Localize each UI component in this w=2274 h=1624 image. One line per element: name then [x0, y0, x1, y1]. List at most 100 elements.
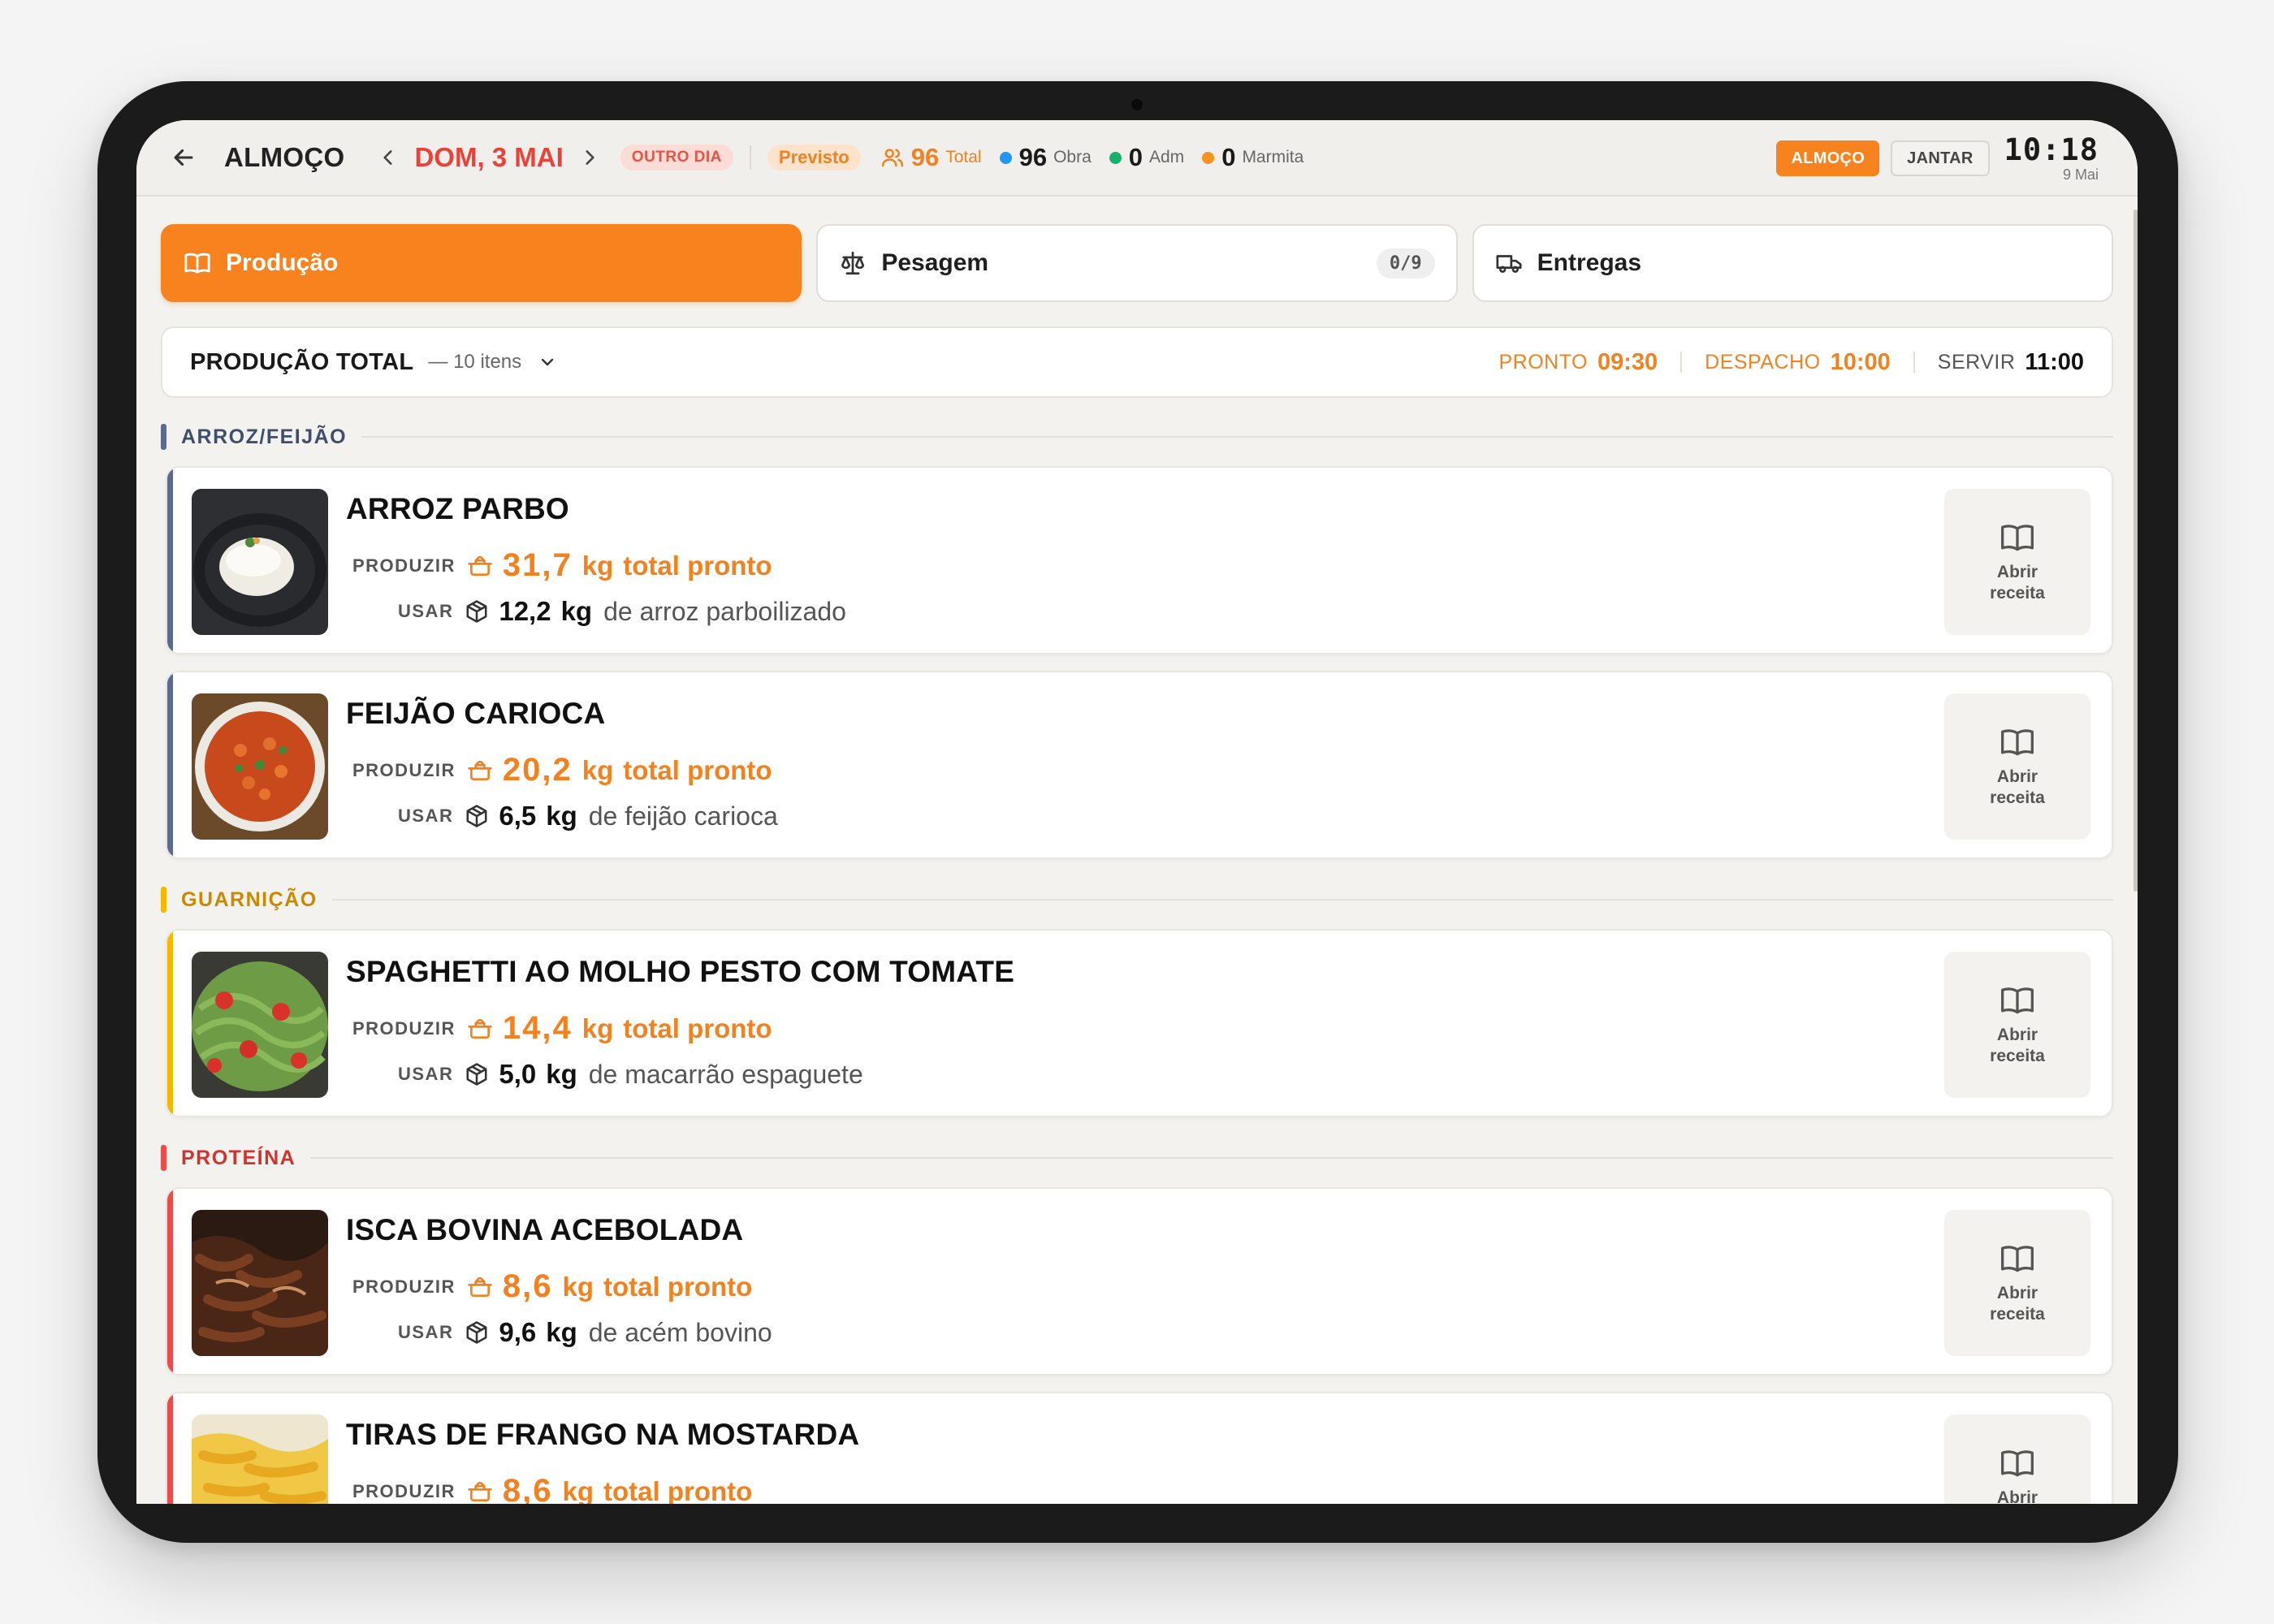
divider	[1913, 352, 1915, 373]
chevron-left-icon	[383, 150, 393, 165]
pot-icon	[467, 1479, 493, 1505]
book-open-icon	[2001, 1246, 2034, 1272]
dish-card-arroz-parbo[interactable]: ARROZ PARBO PRODUZIR 31,7 kg total pront…	[166, 466, 2113, 654]
stat-adm-value: 0	[1128, 143, 1143, 171]
book-open-icon	[2001, 987, 2034, 1014]
use-label: USAR	[398, 1064, 454, 1084]
section-name: PROTEÍNA	[181, 1146, 296, 1169]
section-name: ARROZ/FEIJÃO	[181, 425, 348, 448]
produce-unit: kg	[581, 1013, 614, 1043]
obra-dot	[999, 151, 1012, 164]
tab-pesagem-label: Pesagem	[881, 249, 989, 276]
produce-label: PRODUZIR	[352, 555, 456, 576]
pot-icon	[467, 1274, 493, 1300]
ingredient-name: de arroz parboilizado	[603, 596, 846, 626]
dish-name: FEIJÃO CARIOCA	[346, 697, 606, 730]
summary-item-count: — 10 itens	[428, 351, 522, 373]
produce-label: PRODUZIR	[352, 759, 456, 780]
produce-unit: kg	[581, 550, 614, 581]
category-edge	[167, 931, 173, 1116]
dish-card-spaghetti[interactable]: SPAGHETTI AO MOLHO PESTO COM TOMATE PROD…	[166, 929, 2113, 1117]
tab-entregas[interactable]: Entregas	[1472, 224, 2113, 302]
open-recipe-label: Abrir receita	[1996, 1488, 2038, 1504]
use-row: USAR 5,0 kg de macarrão espaguete	[398, 1059, 863, 1090]
dish-card-isca-bovina[interactable]: ISCA BOVINA ACEBOLADA PRODUZIR 8,6 kg to…	[166, 1187, 2113, 1376]
chevron-down-icon[interactable]	[538, 352, 557, 372]
dish-name: ISCA BOVINA ACEBOLADA	[346, 1213, 744, 1246]
category-edge	[167, 1189, 173, 1374]
category-edge	[167, 468, 173, 653]
package-icon	[465, 599, 489, 624]
package-icon	[465, 804, 489, 828]
tab-producao-label: Produção	[226, 249, 339, 276]
total-ready-label: total pronto	[623, 1013, 772, 1043]
use-unit: kg	[546, 1059, 577, 1089]
next-day-button[interactable]	[575, 140, 604, 175]
scale-icon	[839, 248, 870, 279]
ready-label: PRONTO	[1498, 350, 1588, 374]
current-date[interactable]: DOM, 3 MAI	[414, 142, 563, 173]
top-bar: ALMOÇO DOM, 3 MAI OUTRO DIA Previsto 96 …	[136, 120, 2138, 197]
use-row: USAR 6,5 kg de feijão carioca	[398, 801, 778, 831]
dish-card-feijao-carioca[interactable]: FEIJÃO CARIOCA PRODUZIR 20,2 kg total pr…	[166, 671, 2113, 859]
summary-title: PRODUÇÃO TOTAL	[190, 348, 414, 375]
use-row: USAR 9,6 kg de acém bovino	[398, 1317, 772, 1348]
users-icon	[881, 149, 903, 167]
section-header-arroz-feijao: ARROZ/FEIJÃO	[161, 421, 2113, 453]
open-recipe-button[interactable]: Abrir receita	[1944, 952, 2090, 1098]
produce-row: PRODUZIR 8,6 kg total pronto	[352, 1473, 752, 1504]
open-recipe-label: Abrir receita	[1990, 1026, 2045, 1065]
pot-icon	[467, 553, 493, 579]
serve-time: 11:00	[2025, 348, 2084, 375]
total-ready-label: total pronto	[623, 550, 772, 581]
prev-day-button[interactable]	[374, 140, 403, 175]
category-edge	[167, 672, 173, 857]
open-recipe-button[interactable]: Abrir receita	[1944, 489, 2090, 635]
adm-dot	[1109, 151, 1122, 164]
package-icon	[465, 1320, 489, 1345]
serve-label: SERVIR	[1937, 350, 2016, 374]
ingredient-name: de macarrão espaguete	[588, 1059, 863, 1089]
produce-row: PRODUZIR 14,4 kg total pronto	[352, 1010, 772, 1047]
production-summary[interactable]: PRODUÇÃO TOTAL — 10 itens PRONTO 09:30 D…	[161, 326, 2113, 398]
stat-total-label: Total	[945, 148, 982, 166]
scrollbar[interactable]	[2133, 209, 2138, 892]
category-edge	[167, 1393, 173, 1504]
dish-photo	[192, 489, 328, 635]
use-label: USAR	[398, 1322, 454, 1342]
use-unit: kg	[546, 801, 577, 831]
stat-total: 96 Total	[880, 143, 982, 172]
produce-unit: kg	[581, 754, 614, 785]
dinner-button[interactable]: JANTAR	[1891, 140, 1990, 176]
tab-producao[interactable]: Produção	[161, 224, 802, 302]
use-quantity: 6,5	[499, 801, 537, 831]
use-unit: kg	[546, 1317, 577, 1347]
view-tabs: Produção Pesagem 0/9 Entregas	[161, 224, 2113, 302]
section-rule	[331, 899, 2113, 901]
stat-obra-label: Obra	[1053, 148, 1092, 166]
open-recipe-button[interactable]: Abrir receita	[1944, 1210, 2090, 1356]
open-recipe-label: Abrir receita	[1990, 563, 2045, 603]
open-recipe-button[interactable]: Abrir receita	[1944, 1415, 2090, 1504]
stat-adm: 0 Adm	[1109, 143, 1184, 172]
dish-card-tiras-frango[interactable]: TIRAS DE FRANGO NA MOSTARDA PRODUZIR 8,6…	[166, 1392, 2113, 1504]
use-label: USAR	[398, 601, 454, 621]
meal-title: ALMOÇO	[224, 142, 345, 172]
produce-row: PRODUZIR 20,2 kg total pronto	[352, 752, 772, 788]
section-marker	[161, 424, 166, 450]
back-button[interactable]	[166, 140, 201, 175]
pot-icon	[467, 758, 493, 784]
stat-marmita: 0 Marmita	[1202, 143, 1303, 172]
lunch-button[interactable]: ALMOÇO	[1776, 140, 1880, 176]
ingredient-name: de feijão carioca	[588, 801, 778, 831]
open-recipe-button[interactable]: Abrir receita	[1944, 693, 2090, 840]
section-name: GUARNIÇÃO	[181, 888, 318, 911]
tab-pesagem[interactable]: Pesagem 0/9	[816, 224, 1458, 302]
other-day-badge: OUTRO DIA	[620, 145, 733, 171]
total-ready-label: total pronto	[603, 1475, 753, 1505]
open-recipe-label: Abrir receita	[1990, 1284, 2045, 1324]
produce-row: PRODUZIR 8,6 kg total pronto	[352, 1268, 752, 1305]
book-open-icon	[2001, 525, 2034, 551]
clock-date: 9 Mai	[2062, 166, 2099, 183]
dispatch-time: 10:00	[1830, 348, 1891, 375]
